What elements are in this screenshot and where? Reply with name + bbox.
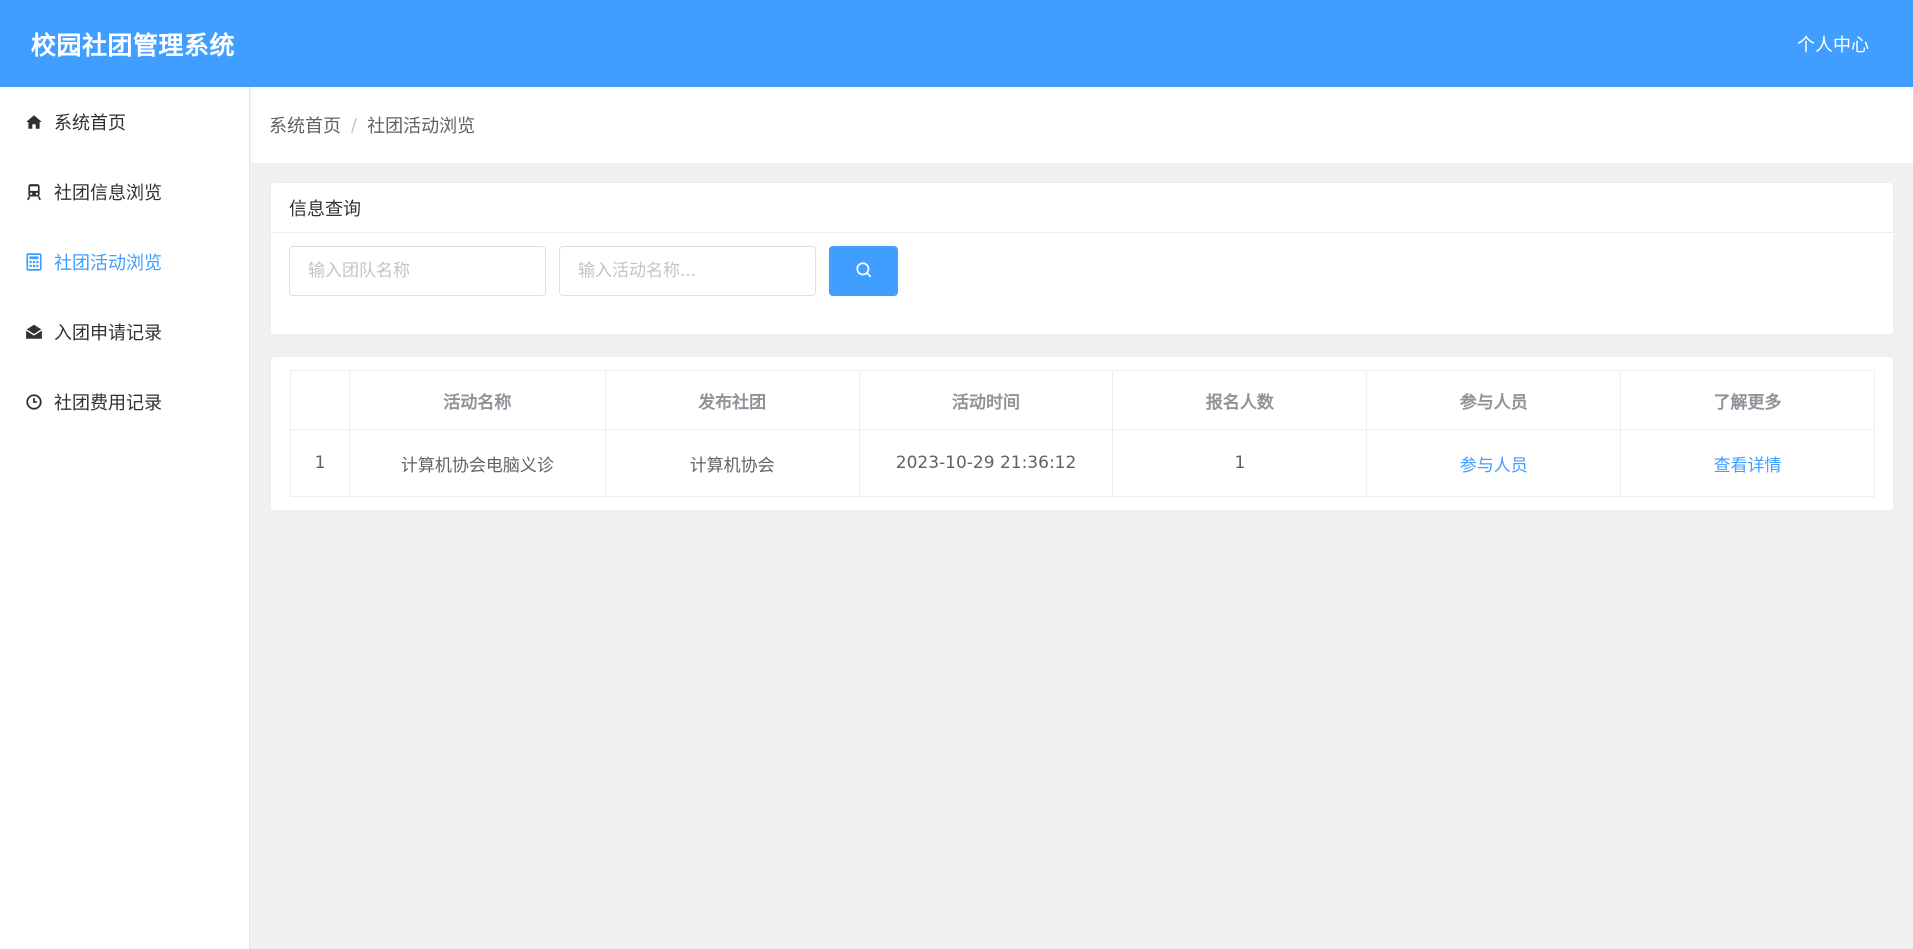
envelope-open-icon — [24, 322, 44, 342]
cell-count: 1 — [1112, 429, 1368, 497]
sidebar-item-label: 系统首页 — [54, 113, 126, 134]
breadcrumb-current: 社团活动浏览 — [367, 116, 476, 137]
sidebar-item-label: 社团信息浏览 — [54, 183, 162, 204]
column-header-participants: 参与人员 — [1366, 370, 1622, 430]
activity-table-card: 活动名称 发布社团 活动时间 报名人数 参与人员 了解更多 1 计算机协会电脑义… — [270, 356, 1894, 511]
column-header-activity-name: 活动名称 — [348, 370, 606, 430]
user-center-link[interactable]: 个人中心 — [1797, 31, 1869, 57]
view-details-link[interactable]: 查看详情 — [1620, 429, 1875, 497]
cell-time: 2023-10-29 21:36:12 — [858, 429, 1114, 497]
train-icon — [24, 182, 44, 202]
breadcrumb: 系统首页 / 社团活动浏览 — [251, 87, 1913, 163]
column-header-index — [290, 370, 350, 430]
search-row — [271, 233, 1893, 309]
cell-activity-name: 计算机协会电脑义诊 — [348, 429, 606, 497]
column-header-count: 报名人数 — [1112, 370, 1368, 430]
app-title: 校园社团管理系统 — [31, 30, 236, 60]
breadcrumb-home[interactable]: 系统首页 — [269, 112, 341, 138]
breadcrumb-separator: / — [351, 114, 358, 136]
search-card: 信息查询 — [270, 182, 1894, 335]
activity-name-input[interactable] — [559, 246, 816, 296]
search-icon — [855, 261, 873, 282]
home-icon — [24, 112, 44, 132]
sidebar-item-join-application[interactable]: 入团申请记录 — [0, 297, 249, 367]
sidebar: 系统首页 社团信息浏览 社团活动浏览 入团申请记录 社团费用记录 — [0, 87, 250, 949]
clock-icon — [24, 392, 44, 412]
sidebar-item-label: 入团申请记录 — [54, 323, 162, 344]
column-header-time: 活动时间 — [858, 370, 1114, 430]
sidebar-item-label: 社团费用记录 — [54, 393, 162, 414]
participants-link[interactable]: 参与人员 — [1366, 429, 1622, 497]
sidebar-item-club-info[interactable]: 社团信息浏览 — [0, 157, 249, 227]
calculator-icon — [24, 252, 44, 272]
search-card-title: 信息查询 — [271, 183, 1893, 233]
sidebar-item-label: 社团活动浏览 — [54, 253, 162, 274]
sidebar-item-home[interactable]: 系统首页 — [0, 87, 249, 157]
cell-club: 计算机协会 — [604, 429, 860, 497]
sidebar-item-club-activity[interactable]: 社团活动浏览 — [0, 227, 249, 297]
activity-table: 活动名称 发布社团 活动时间 报名人数 参与人员 了解更多 1 计算机协会电脑义… — [290, 370, 1875, 497]
table-row: 1 计算机协会电脑义诊 计算机协会 2023-10-29 21:36:12 1 … — [290, 429, 1875, 497]
table-header-row: 活动名称 发布社团 活动时间 报名人数 参与人员 了解更多 — [290, 370, 1875, 430]
top-header: 校园社团管理系统 个人中心 — [0, 0, 1913, 87]
column-header-more: 了解更多 — [1620, 370, 1875, 430]
cell-index: 1 — [290, 429, 350, 497]
column-header-club: 发布社团 — [604, 370, 860, 430]
search-button[interactable] — [829, 246, 898, 296]
team-name-input[interactable] — [289, 246, 546, 296]
sidebar-item-club-fee[interactable]: 社团费用记录 — [0, 367, 249, 437]
